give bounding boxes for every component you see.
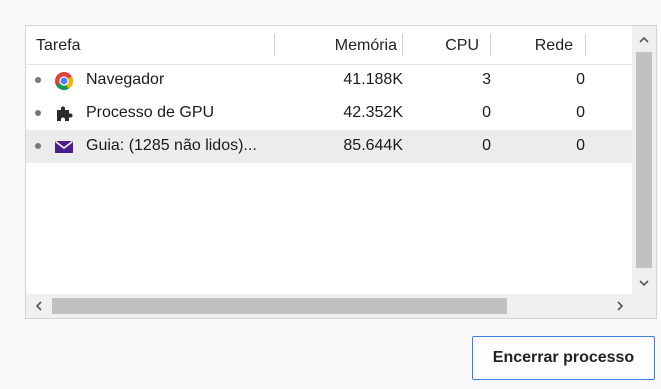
table-header: Tarefa Memória CPU Rede <box>26 26 632 65</box>
column-header-network[interactable]: Rede <box>535 36 573 56</box>
task-name: Processo de GPU <box>86 104 215 121</box>
column-header-memory[interactable]: Memória <box>335 36 397 56</box>
vertical-scroll-thumb[interactable] <box>636 52 652 268</box>
memory-value: 42.352K <box>343 104 403 121</box>
end-process-button[interactable]: Encerrar processo <box>472 336 655 380</box>
column-header-cpu[interactable]: CPU <box>445 36 479 56</box>
table-row[interactable]: Processo de GPU 42.352K 0 0 <box>26 97 632 130</box>
task-name: Guia: (1285 não lidos)... <box>86 137 257 154</box>
chrome-icon <box>54 71 74 91</box>
scroll-up-arrow-icon[interactable] <box>632 29 656 49</box>
column-divider[interactable] <box>402 34 403 56</box>
column-header-task[interactable]: Tarefa <box>36 36 80 56</box>
vertical-scrollbar[interactable] <box>632 26 656 294</box>
task-manager-table: Tarefa Memória CPU Rede Navegador 41.188… <box>25 25 657 319</box>
scroll-down-arrow-icon[interactable] <box>632 272 656 292</box>
network-value: 0 <box>576 71 585 88</box>
memory-value: 85.644K <box>343 137 403 154</box>
scroll-left-arrow-icon[interactable] <box>27 294 51 318</box>
table-row[interactable]: Navegador 41.188K 3 0 <box>26 64 632 97</box>
scrollbar-corner <box>632 294 656 318</box>
bullet-icon <box>35 143 41 149</box>
horizontal-scrollbar[interactable] <box>26 294 632 318</box>
mail-envelope-icon <box>54 137 74 157</box>
task-name: Navegador <box>86 71 165 88</box>
bullet-icon <box>35 110 41 116</box>
cpu-value: 0 <box>482 137 491 154</box>
memory-value: 41.188K <box>343 71 403 88</box>
column-divider[interactable] <box>490 34 491 56</box>
cpu-value: 3 <box>482 71 491 88</box>
scroll-right-arrow-icon[interactable] <box>608 294 632 318</box>
puzzle-piece-icon <box>54 104 74 124</box>
column-divider[interactable] <box>274 34 275 56</box>
horizontal-scroll-thumb[interactable] <box>52 298 507 314</box>
table-row[interactable]: Guia: (1285 não lidos)... 85.644K 0 0 <box>26 130 632 163</box>
task-list: Navegador 41.188K 3 0 Processo de GPU 42… <box>26 64 632 163</box>
column-divider[interactable] <box>585 34 586 56</box>
network-value: 0 <box>576 104 585 121</box>
network-value: 0 <box>576 137 585 154</box>
bullet-icon <box>35 77 41 83</box>
cpu-value: 0 <box>482 104 491 121</box>
